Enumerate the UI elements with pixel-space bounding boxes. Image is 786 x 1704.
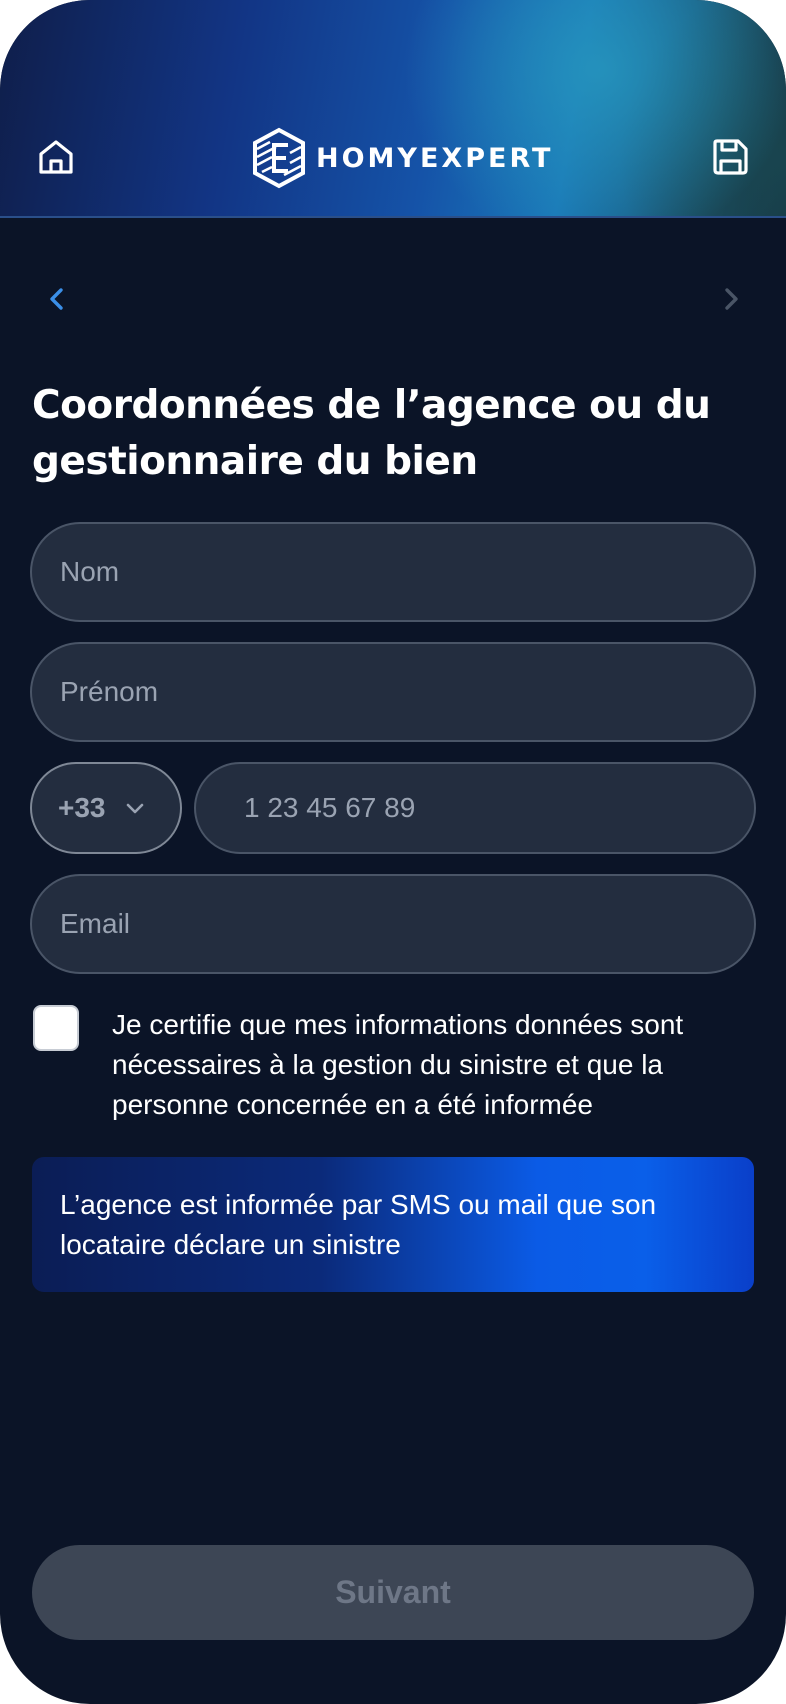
next-button[interactable]: Suivant (32, 1545, 754, 1640)
country-code-select[interactable]: +33 (30, 762, 182, 854)
info-banner: L’agence est informée par SMS ou mail qu… (32, 1157, 754, 1292)
email-input[interactable] (30, 874, 756, 974)
save-icon[interactable] (710, 137, 750, 177)
country-code-value: +33 (58, 792, 106, 823)
brand-logo: HOMYEXPERT (250, 126, 553, 190)
nom-input[interactable] (30, 522, 756, 622)
info-banner-text: L’agence est informée par SMS ou mail qu… (60, 1189, 657, 1260)
prenom-input[interactable] (30, 642, 756, 742)
chevron-right-icon[interactable] (716, 284, 746, 314)
consent-text: Je certifie que mes informations données… (112, 1009, 684, 1120)
app-screen: HOMYEXPERT Coordonnées de l’agence ou du… (0, 0, 786, 1704)
page-title: Coordonnées de l’agence ou du gestionnai… (32, 383, 711, 484)
home-icon[interactable] (36, 137, 76, 177)
logo-hexagon-icon (253, 127, 305, 189)
app-header: HOMYEXPERT (0, 0, 786, 218)
brand-name: HOMYEXPERT (316, 142, 554, 174)
chevron-down-icon (126, 803, 143, 814)
consent-checkbox[interactable] (33, 1005, 79, 1051)
phone-input[interactable] (194, 762, 756, 854)
chevron-left-icon[interactable] (42, 284, 72, 314)
